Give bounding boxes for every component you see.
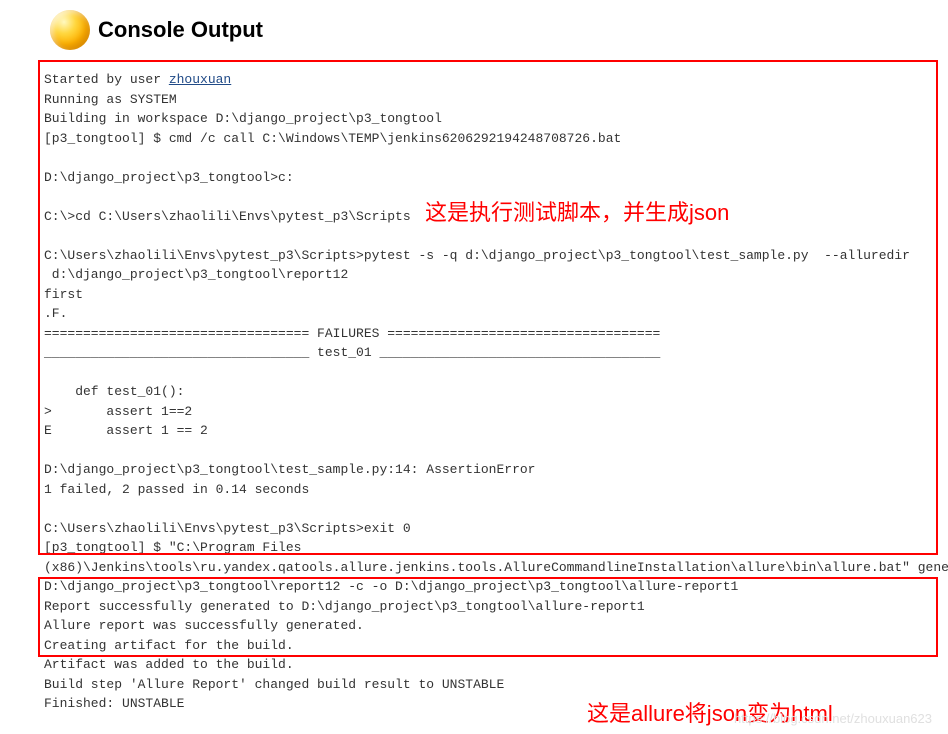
user-link[interactable]: zhouxuan (169, 72, 231, 87)
console-line: 1 failed, 2 passed in 0.14 seconds (44, 482, 309, 497)
console-line: C:\Users\zhaolili\Envs\pytest_p3\Scripts… (44, 521, 418, 536)
console-line: first (44, 287, 83, 302)
console-line: Building in workspace D:\django_project\… (44, 111, 442, 126)
console-line: Allure report was successfully generated… (44, 618, 364, 633)
console-line: [p3_tongtool] $ cmd /c call C:\Windows\T… (44, 131, 621, 146)
console-line: d:\django_project\p3_tongtool\report12 (44, 267, 348, 282)
console-line: > assert 1==2 (44, 404, 192, 419)
console-line: .F. (44, 306, 67, 321)
console-line: [p3_tongtool] $ "C:\Program Files (44, 540, 309, 555)
annotation-text-1: 这是执行测试脚本，并生成json (425, 195, 729, 227)
page-header: Console Output (10, 10, 938, 50)
console-line: __________________________________ test_… (44, 345, 660, 360)
console-output: Started by user zhouxuan Running as SYST… (30, 60, 918, 724)
console-line: C:\Users\zhaolili\Envs\pytest_p3\Scripts… (44, 248, 910, 263)
console-line: D:\django_project\p3_tongtool\report12 -… (44, 579, 738, 594)
console-line: D:\django_project\p3_tongtool\test_sampl… (44, 462, 535, 477)
orb-icon (50, 10, 90, 50)
console-line: E assert 1 == 2 (44, 423, 208, 438)
started-by-prefix: Started by user (44, 72, 169, 87)
console-wrapper: Started by user zhouxuan Running as SYST… (10, 60, 938, 724)
console-line: D:\django_project\p3_tongtool>c: (44, 170, 294, 185)
watermark: https://blog.csdn.net/zhouxuan623 (734, 711, 932, 726)
console-line: def test_01(): (44, 384, 184, 399)
console-line: Build step 'Allure Report' changed build… (44, 677, 504, 692)
console-line: C:\>cd C:\Users\zhaolili\Envs\pytest_p3\… (44, 209, 411, 224)
console-line: (x86)\Jenkins\tools\ru.yandex.qatools.al… (44, 560, 948, 575)
page-title: Console Output (98, 17, 263, 43)
console-line: Running as SYSTEM (44, 92, 177, 107)
console-line: Artifact was added to the build. (44, 657, 294, 672)
console-line: ================================== FAILU… (44, 326, 660, 341)
console-line: Report successfully generated to D:\djan… (44, 599, 645, 614)
console-line: Finished: UNSTABLE (44, 696, 184, 711)
console-line: Creating artifact for the build. (44, 638, 294, 653)
